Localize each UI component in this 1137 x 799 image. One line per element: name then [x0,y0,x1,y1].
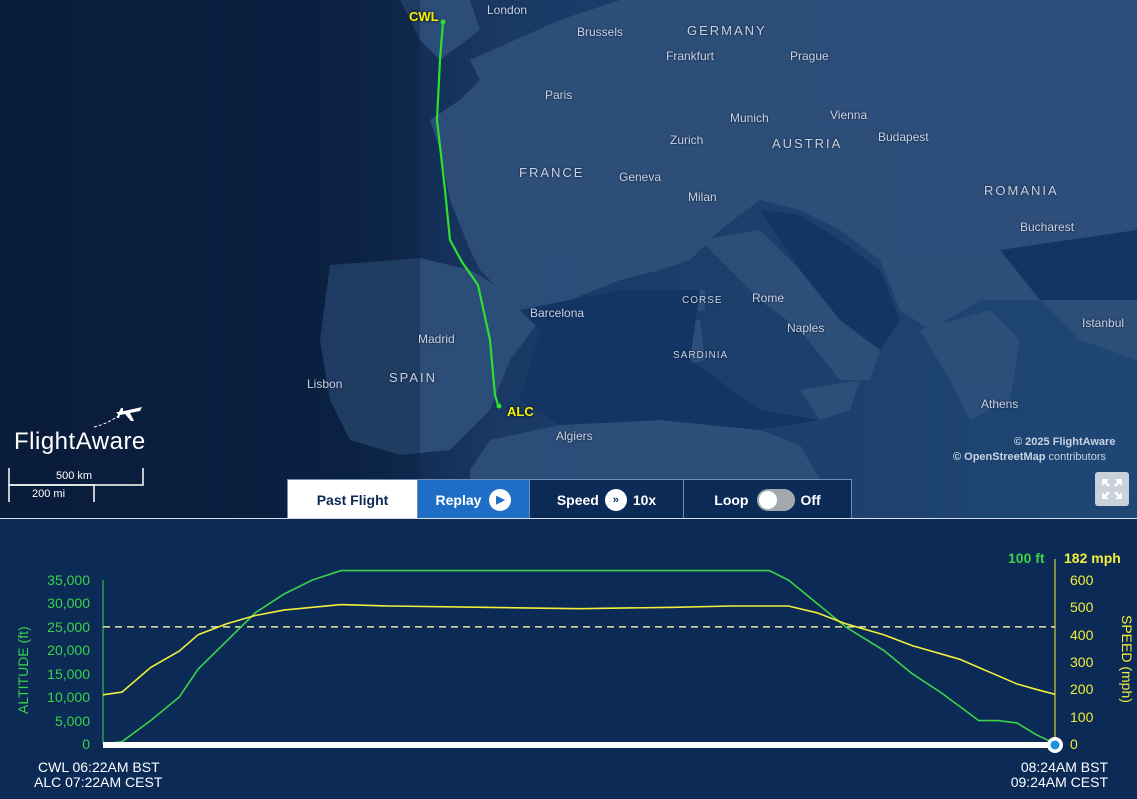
city-label: Algiers [556,429,593,443]
altitude-tick-label: 10,000 [47,689,90,706]
city-label: Naples [787,321,825,335]
country-label: SARDINIA [673,350,729,361]
altitude-tick-label: 15,000 [47,665,90,682]
destination-time: 08:24AM BST 09:24AM CEST [1010,759,1108,790]
country-label: GERMANY [687,23,767,38]
origin-dot [440,19,446,25]
scale-km-label: 500 km [56,470,93,482]
altitude-tick-label: 20,000 [47,642,90,659]
destination-dot [496,403,502,409]
loop-toggle[interactable] [756,488,795,511]
altitude-series-line [102,569,1056,745]
origin-time: CWL 06:22AM BST ALC 07:22AM CEST [34,759,163,790]
progress-handle-center [1050,740,1060,750]
origin-airport-label[interactable]: CWL [409,9,439,24]
replay-label: Replay [435,491,482,508]
altitude-tick-label: 5,000 [54,712,90,729]
city-label: Geneva [619,170,662,184]
chart-canvas [102,559,1063,753]
loop-label: Loop [714,491,749,508]
city-label: Frankfurt [666,49,715,63]
playback-controls: Past Flight Replay ▶ Speed » 10x Loop Of… [287,479,852,518]
flightaware-logo: FlightAware [14,407,146,456]
altitude-tick-label: 25,000 [47,618,90,635]
city-label: Brussels [577,25,624,39]
country-label: ROMANIA [984,183,1059,198]
flight-profile-chart[interactable]: ALTITUDE (ft) SPEED (mph) 100 ft 182 mph… [0,519,1137,799]
speed-value: 10x [632,491,657,508]
city-label: Lisbon [307,377,343,391]
speed-tick-label: 200 [1070,681,1094,698]
fast-forward-icon: » [604,488,627,511]
map-scale: 500 km 200 mi [8,466,148,506]
country-label: FRANCE [519,165,585,180]
city-label: Madrid [418,332,455,346]
destination-airport-label[interactable]: ALC [507,404,534,419]
city-label: Milan [688,190,717,204]
city-label: Prague [790,49,829,63]
plane-icon [93,407,142,428]
flight-map[interactable]: London Brussels Frankfurt Prague Paris M… [0,0,1137,518]
current-speed: 182 mph [1064,550,1121,566]
speed-label: Speed [556,491,599,508]
speed-tick-label: 500 [1070,599,1094,616]
speed-button[interactable]: Speed » 10x [530,480,684,518]
city-label: Athens [981,397,1019,411]
expand-icon [1102,479,1122,499]
altitude-tick-label: 30,000 [47,595,90,612]
speed-tick-label: 400 [1070,626,1094,643]
city-label: Vienna [830,108,868,122]
speed-tick-label: 100 [1070,708,1094,725]
current-altitude: 100 ft [1008,550,1045,566]
past-flight-tab[interactable]: Past Flight [288,480,418,518]
altitude-tick-label: 0 [82,736,90,752]
replay-button[interactable]: Replay ▶ [418,480,530,518]
city-label: Budapest [878,130,929,144]
speed-tick-label: 300 [1070,654,1094,670]
attribution-osm[interactable]: © OpenStreetMap contributors [953,451,1106,463]
city-label: Bucharest [1020,220,1075,234]
speed-tick-label: 0 [1070,736,1078,752]
play-icon: ▶ [489,488,512,511]
city-label: Istanbul [1082,316,1125,330]
city-label: Zurich [670,133,704,147]
loop-control[interactable]: Loop Off [684,480,851,518]
scale-mi-label: 200 mi [32,488,66,500]
attribution-flightaware: © 2025 FlightAware [1014,436,1116,448]
city-label: Munich [730,111,769,125]
city-label: Barcelona [530,306,585,320]
altitude-tick-label: 35,000 [47,572,90,588]
fullscreen-button[interactable] [1095,472,1129,506]
country-label: CORSE [682,295,723,306]
country-label: SPAIN [389,370,438,385]
speed-axis-title: SPEED (mph) [1119,615,1135,703]
loop-state: Off [800,491,821,508]
city-label: Rome [752,291,785,305]
city-label: London [487,3,528,17]
country-label: AUSTRIA [772,136,843,151]
city-label: Paris [545,88,573,102]
speed-tick-label: 600 [1070,572,1094,588]
speed-series-line [102,603,1056,696]
